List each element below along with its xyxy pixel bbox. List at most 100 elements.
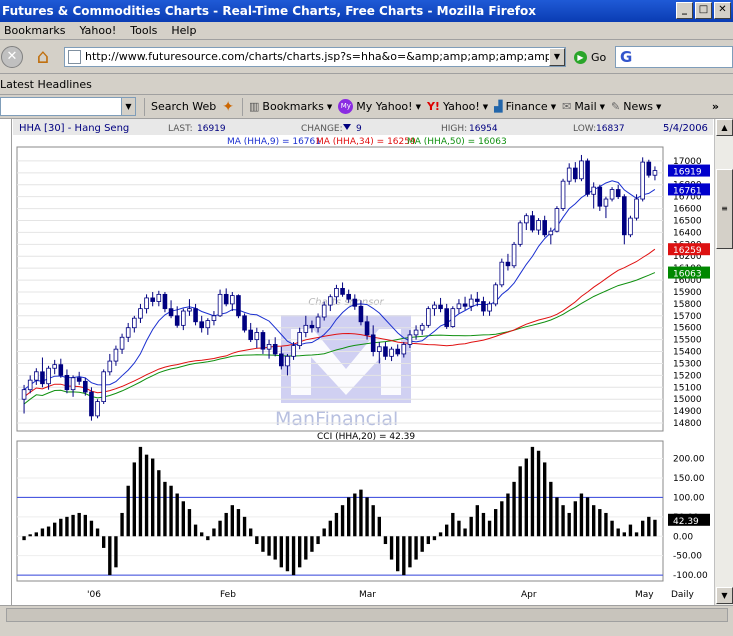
bookmarks-button[interactable]: ▥ Bookmarks ▼: [249, 100, 332, 113]
cci-bar: [22, 536, 26, 541]
candle-body: [395, 348, 400, 355]
candle-body: [315, 316, 321, 329]
stop-icon[interactable]: ✕: [1, 46, 23, 68]
candle-body: [52, 364, 57, 369]
cci-grid: [17, 458, 663, 576]
yahoo-search-dropdown-icon[interactable]: ▼: [121, 98, 135, 115]
candle-body: [530, 215, 535, 231]
cci-bar: [193, 524, 198, 537]
menu-bookmarks[interactable]: Bookmarks: [4, 24, 65, 37]
cci-bar: [579, 493, 584, 537]
chevron-down-icon: ▼: [599, 102, 606, 111]
cci-bar: [200, 532, 204, 537]
cci-bar: [383, 536, 388, 545]
candle-body: [101, 371, 106, 402]
candle-body: [511, 243, 517, 267]
cci-bar: [187, 509, 192, 537]
scroll-up-icon[interactable]: ▲: [716, 119, 733, 136]
candle-body: [364, 321, 370, 336]
sidebar-pane: [0, 119, 12, 605]
cci-bar: [616, 528, 620, 537]
home-icon[interactable]: ⌂: [32, 46, 54, 68]
url-text: http://www.futuresource.com/charts/chart…: [85, 50, 565, 63]
url-dropdown-icon[interactable]: ▼: [549, 48, 565, 66]
menu-tools[interactable]: Tools: [130, 24, 157, 37]
x-tick-label: Apr: [521, 590, 537, 600]
mail-button[interactable]: ✉ Mail ▼: [562, 100, 605, 113]
x-tick-label: Mar: [359, 590, 376, 600]
toolbar-separator: [144, 97, 145, 116]
mail-label: Mail: [574, 100, 597, 113]
go-button[interactable]: ▶ Go: [574, 47, 606, 67]
low-label: LOW:: [573, 124, 596, 134]
cci-bar: [40, 528, 45, 537]
horizontal-scrollbar[interactable]: [6, 608, 728, 622]
change-value: 9: [356, 124, 362, 134]
latest-headlines-link[interactable]: Latest Headlines: [0, 78, 92, 91]
url-bar[interactable]: http://www.futuresource.com/charts/chart…: [64, 47, 566, 67]
window-controls: _ □ ✕: [676, 2, 731, 19]
yahoo-search-input[interactable]: ▼: [0, 97, 136, 116]
cci-bar: [475, 505, 479, 537]
yahoo-toolbar: ▼ Search Web ✦ ▥ Bookmarks ▼ My My Yahoo! ▼ …: [0, 95, 733, 119]
scroll-down-icon[interactable]: ▼: [716, 587, 733, 604]
ma9-badge-text: 16761: [673, 186, 702, 196]
candle-body: [334, 288, 339, 298]
candle-body: [542, 220, 547, 236]
cci-bar: [445, 524, 449, 537]
cci-bar: [77, 512, 81, 537]
finance-button[interactable]: ▟ Finance ▼: [494, 100, 556, 113]
cci-bar: [463, 528, 467, 537]
yahoo-label: Yahoo!: [442, 100, 480, 113]
go-arrow-icon: ▶: [574, 50, 587, 64]
cci-bar: [432, 536, 437, 541]
x-tick-label: Feb: [220, 590, 236, 600]
cci-bar: [481, 512, 486, 537]
google-icon: G: [620, 48, 633, 66]
yahoo-button[interactable]: Y! Yahoo! ▼: [427, 100, 488, 113]
menu-help[interactable]: Help: [171, 24, 196, 37]
google-search-box[interactable]: G: [615, 46, 733, 68]
cci-bar: [426, 536, 430, 545]
cci-bar: [438, 532, 443, 537]
cci-bar: [169, 485, 173, 537]
search-web-label: Search Web: [151, 100, 217, 113]
candle-body: [95, 401, 100, 417]
candle-body: [346, 293, 351, 300]
menu-yahoo[interactable]: Yahoo!: [79, 24, 116, 37]
cci-bar: [641, 520, 645, 537]
candle-body: [560, 180, 566, 209]
candle-body: [450, 308, 456, 327]
candle-body: [652, 170, 658, 176]
ma34-badge-text: 16259: [673, 246, 702, 256]
candle-body: [481, 301, 486, 312]
cci-bar: [212, 528, 216, 537]
candle-body: [377, 346, 382, 352]
news-button[interactable]: ✎ News ▼: [611, 100, 661, 113]
cci-tick-label: -50.00: [673, 552, 702, 562]
candle-body: [432, 304, 437, 310]
time-axis: '06 Feb Mar Apr May Daily: [87, 590, 694, 600]
cci-bar: [573, 501, 577, 537]
candle-body: [493, 284, 498, 305]
price-tick-label: 15700: [673, 312, 702, 322]
cci-tick-label: 200.00: [673, 455, 705, 465]
minimize-icon[interactable]: _: [676, 2, 693, 19]
scroll-thumb[interactable]: ≡: [716, 169, 733, 249]
toolbar-overflow-button[interactable]: »: [712, 100, 719, 113]
search-web-button[interactable]: Search Web: [151, 100, 216, 113]
links-toolbar: Latest Headlines: [0, 75, 733, 95]
candle-body: [426, 308, 431, 326]
close-icon[interactable]: ✕: [714, 2, 731, 19]
vertical-scrollbar[interactable]: ▲ ≡ ▼: [714, 119, 733, 605]
cci-bar: [53, 522, 57, 537]
candle-body: [554, 208, 560, 232]
highlighter-icon[interactable]: ✦: [222, 99, 234, 115]
candle-body: [628, 217, 633, 236]
cci-bar: [132, 462, 136, 537]
maximize-icon[interactable]: □: [695, 2, 712, 19]
chevron-down-icon: ▼: [550, 102, 557, 111]
my-yahoo-button[interactable]: My My Yahoo! ▼: [338, 99, 421, 114]
candle-body: [505, 261, 511, 267]
candle-body: [383, 346, 388, 357]
